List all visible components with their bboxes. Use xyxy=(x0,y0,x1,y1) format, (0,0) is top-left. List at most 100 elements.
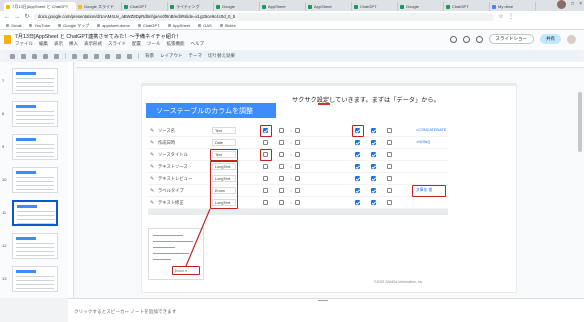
column-checkbox[interactable] xyxy=(387,176,392,181)
account-avatar[interactable] xyxy=(567,34,576,44)
table-row[interactable]: ✎ ソースタイトル Text = xyxy=(148,149,448,161)
undo-icon[interactable] xyxy=(32,53,37,59)
browser-tab[interactable]: ChatGPT xyxy=(352,2,398,11)
bookmark-item[interactable]: YouTube xyxy=(29,23,50,28)
menu-item[interactable]: 配置 xyxy=(132,41,141,47)
column-checkbox[interactable] xyxy=(387,128,392,133)
column-checkbox[interactable] xyxy=(279,176,284,181)
bookmark-item[interactable]: Google マップ xyxy=(58,23,89,29)
column-checkbox[interactable] xyxy=(279,164,284,169)
column-checkbox[interactable] xyxy=(295,176,300,181)
browser-tab[interactable]: Google xyxy=(398,2,444,11)
slides-logo-icon[interactable] xyxy=(4,35,11,44)
vertical-scrollbar[interactable] xyxy=(578,62,582,298)
toolbar-text-button[interactable]: 背景 xyxy=(145,53,154,59)
column-checkbox[interactable] xyxy=(387,188,392,193)
reload-icon[interactable]: ↻ xyxy=(24,13,30,20)
browser-tab[interactable]: AppSheet xyxy=(306,2,352,11)
column-checkbox[interactable] xyxy=(387,140,392,145)
column-checkbox[interactable] xyxy=(279,128,284,133)
column-checkbox[interactable] xyxy=(355,176,360,181)
column-checkbox[interactable] xyxy=(295,152,300,157)
search-icon[interactable] xyxy=(10,53,15,59)
column-checkbox[interactable] xyxy=(387,200,392,205)
column-checkbox[interactable] xyxy=(295,200,300,205)
initial-value-text[interactable]: =NOW() xyxy=(416,140,430,144)
column-checkbox[interactable] xyxy=(263,164,268,169)
slide-headline[interactable]: サクサク設定していきます。まずは「データ」から。 xyxy=(292,95,440,104)
share-button[interactable]: 共有 xyxy=(540,34,561,44)
browser-tab[interactable]: ライティング xyxy=(168,2,214,11)
scrollbar-thumb[interactable] xyxy=(578,92,582,152)
edit-pencil-icon[interactable]: ✎ xyxy=(150,152,154,158)
edit-pencil-icon[interactable]: ✎ xyxy=(150,140,154,146)
history-icon[interactable] xyxy=(449,35,457,43)
extensions-icon[interactable]: ⋮ xyxy=(508,13,514,20)
column-checkbox[interactable] xyxy=(371,164,376,169)
column-checkbox[interactable] xyxy=(279,140,284,145)
edit-pencil-icon[interactable]: ✎ xyxy=(150,128,154,134)
meet-icon[interactable] xyxy=(475,35,483,43)
bookmark-item[interactable]: AppSheet xyxy=(167,23,190,28)
browser-tab[interactable]: ChatGPT xyxy=(444,2,490,11)
text-box-icon[interactable] xyxy=(94,53,99,59)
slide-thumbnail[interactable] xyxy=(12,101,58,127)
menu-item[interactable]: ツール xyxy=(147,41,161,47)
bookmark-item[interactable]: GAS xyxy=(198,23,212,28)
column-checkbox[interactable] xyxy=(295,140,300,145)
speaker-notes[interactable]: クリックするとスピーカー ノートを追加できます xyxy=(68,298,584,322)
column-type-select[interactable]: Text xyxy=(212,127,236,134)
slide-filmstrip[interactable]: 7 8 9 10 11 12 13 xyxy=(0,62,68,298)
speaker-notes-placeholder[interactable]: クリックするとスピーカー ノートを追加できます xyxy=(74,309,176,315)
toolbar-text-button[interactable]: テーマ xyxy=(189,53,203,59)
column-checkbox[interactable] xyxy=(355,188,360,193)
edit-pencil-icon[interactable]: ✎ xyxy=(150,164,154,170)
forward-icon[interactable]: → xyxy=(14,14,20,20)
column-checkbox[interactable] xyxy=(371,188,376,193)
cursor-icon[interactable] xyxy=(83,53,88,59)
column-checkbox[interactable] xyxy=(263,188,268,193)
browser-tab[interactable]: My drive xyxy=(490,2,536,11)
toolbar-text-button[interactable]: 切り替え効果 xyxy=(208,53,235,59)
column-table-screenshot[interactable]: ✎ ソース名 Text = =CONCATENATE ✎ 作成日時 Date = =NOW() ✎ ソ… xyxy=(148,125,448,215)
menu-item[interactable]: 表示 xyxy=(54,41,63,47)
edit-pencil-icon[interactable]: ✎ xyxy=(150,176,154,182)
notes-resize-handle[interactable] xyxy=(318,300,328,301)
bookmark-item[interactable]: Gmail xyxy=(6,23,21,28)
close-icon[interactable]: × xyxy=(579,1,582,7)
table-row[interactable]: ✎ テキストレビュー LongText = xyxy=(148,173,448,185)
column-checkbox[interactable] xyxy=(355,152,360,157)
slide-thumbnail[interactable] xyxy=(12,167,58,193)
table-row[interactable]: ✎ 作成日時 Date = =NOW() xyxy=(148,137,448,149)
slide-thumbnail[interactable] xyxy=(12,233,58,259)
column-checkbox[interactable] xyxy=(371,128,376,133)
column-checkbox[interactable] xyxy=(371,200,376,205)
column-checkbox[interactable] xyxy=(279,188,284,193)
column-checkbox[interactable] xyxy=(295,164,300,169)
slide-thumbnail[interactable] xyxy=(12,134,58,160)
print-icon[interactable] xyxy=(54,53,59,59)
column-checkbox[interactable] xyxy=(355,200,360,205)
redo-icon[interactable] xyxy=(43,53,48,59)
column-type-select[interactable]: Date xyxy=(212,139,236,146)
column-checkbox[interactable] xyxy=(387,152,392,157)
browser-tab[interactable]: AppSheet xyxy=(260,2,306,11)
slideshow-button[interactable]: スライドショー xyxy=(488,34,534,44)
menu-item[interactable]: ファイル xyxy=(15,41,33,47)
slide-thumbnail[interactable] xyxy=(12,266,58,292)
menu-item[interactable]: 表示形式 xyxy=(84,41,102,47)
section-banner[interactable]: ソーステーブルのカラムを調整 xyxy=(146,103,276,118)
slide-thumbnail[interactable] xyxy=(12,200,58,226)
menu-item[interactable]: 挿入 xyxy=(69,41,78,47)
table-row[interactable]: ✎ ソース名 Text = =CONCATENATE xyxy=(148,125,448,137)
bookmark-item[interactable]: Slides xyxy=(219,23,236,28)
menu-item[interactable]: スライド xyxy=(108,41,126,47)
edit-pencil-icon[interactable]: ✎ xyxy=(150,188,154,194)
image-icon[interactable] xyxy=(105,53,110,59)
column-checkbox[interactable] xyxy=(387,164,392,169)
star-icon[interactable]: ☆ xyxy=(498,13,504,20)
browser-tab[interactable]: 7月13日]AppSheet と ChatGPT xyxy=(4,2,76,11)
column-checkbox[interactable] xyxy=(263,176,268,181)
shape-icon[interactable] xyxy=(116,53,121,59)
column-checkbox[interactable] xyxy=(279,152,284,157)
